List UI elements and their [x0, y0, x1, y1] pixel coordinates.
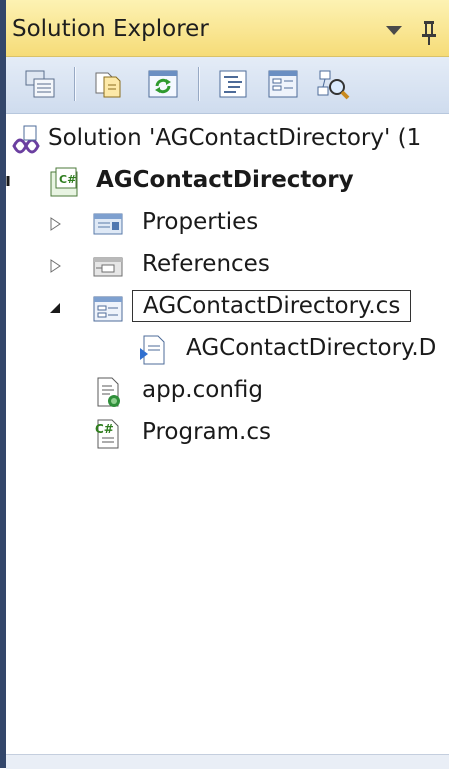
csharp-project-icon: C# [50, 167, 78, 197]
tree-item-selected[interactable]: AGContactDirectory.cs [6, 288, 449, 328]
tree-solution-node[interactable]: Solution 'AGContactDirectory' (1 [6, 120, 449, 160]
toolbar-separator [74, 67, 76, 101]
item-label: AGContactDirectory.cs [132, 290, 412, 322]
collapsed-arrow-icon[interactable] [48, 216, 62, 232]
item-label: Program.cs [142, 419, 271, 445]
properties-window-icon[interactable] [24, 67, 58, 101]
solution-tree: Solution 'AGContactDirectory' (1 C# AGCo… [6, 114, 449, 754]
item-label: Properties [142, 209, 259, 235]
refresh-icon[interactable] [146, 67, 180, 101]
tree-item[interactable]: app.config [6, 372, 449, 412]
tree-item[interactable]: AGContactDirectory.D [6, 330, 449, 370]
collapsed-arrow-icon[interactable] [48, 258, 62, 274]
show-all-files-icon[interactable] [92, 67, 126, 101]
toolbar-separator [198, 67, 200, 101]
item-label: References [142, 251, 270, 277]
view-designer-icon[interactable] [266, 67, 300, 101]
panel-title-bar: Solution Explorer [6, 0, 449, 57]
class-file-icon [93, 296, 123, 322]
tree-item[interactable]: References [6, 246, 449, 286]
solution-explorer-panel: Solution Explorer Solution 'AGContactDir… [0, 0, 449, 769]
item-label: AGContactDirectory.D [186, 335, 437, 361]
solution-icon [12, 125, 40, 154]
view-code-icon[interactable] [216, 67, 250, 101]
tree-project-node[interactable]: C# AGContactDirectory [6, 162, 449, 202]
csharp-file-icon: C# [95, 419, 119, 449]
class-diagram-icon[interactable] [316, 67, 350, 101]
item-label: app.config [142, 377, 263, 403]
solution-explorer-toolbar [6, 57, 449, 114]
solution-label: Solution 'AGContactDirectory' (1 [48, 125, 422, 151]
expanded-arrow-icon[interactable] [48, 300, 62, 316]
panel-bottom-edge [6, 754, 449, 769]
tree-item[interactable]: Properties [6, 204, 449, 244]
svg-text:C#: C# [95, 422, 114, 436]
auto-hide-pin-icon[interactable] [420, 20, 438, 46]
tree-item[interactable]: C# Program.cs [6, 414, 449, 454]
config-file-icon [97, 377, 120, 407]
designer-file-icon [140, 335, 165, 365]
references-folder-icon [93, 257, 123, 277]
panel-title: Solution Explorer [12, 16, 209, 42]
window-position-dropdown-icon[interactable] [386, 26, 402, 35]
svg-text:C#: C# [59, 173, 76, 186]
project-label: AGContactDirectory [96, 167, 354, 193]
expanded-arrow-icon[interactable] [6, 174, 20, 190]
properties-folder-icon [93, 213, 123, 235]
